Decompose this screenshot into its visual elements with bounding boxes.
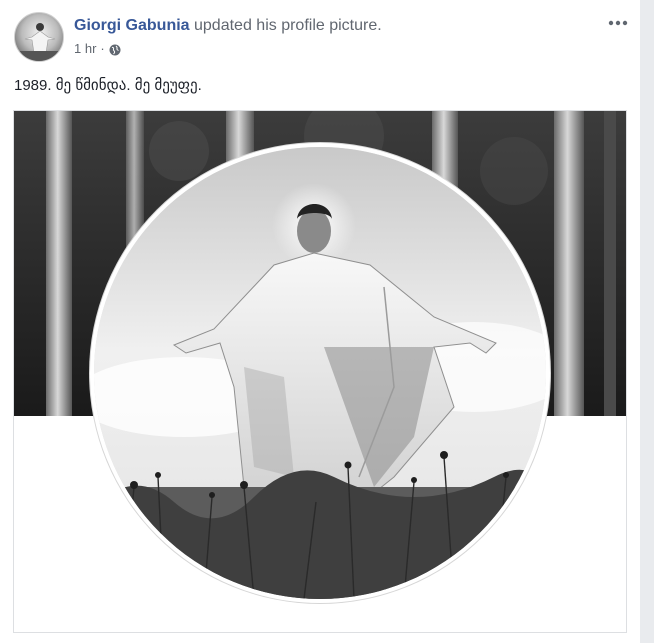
post-action-text: updated his profile picture. — [189, 17, 382, 34]
profile-picture[interactable] — [90, 143, 550, 603]
feed-post: Giorgi Gabunia updated his profile pictu… — [0, 0, 654, 643]
author-name-link[interactable]: Giorgi Gabunia — [74, 17, 190, 34]
post-header: Giorgi Gabunia updated his profile pictu… — [14, 12, 640, 64]
feed-gutter — [640, 0, 654, 643]
post-timestamp[interactable]: 1 hr — [74, 40, 96, 58]
avatar-image — [15, 13, 63, 61]
author-avatar[interactable] — [14, 12, 64, 62]
globe-icon[interactable] — [109, 43, 121, 56]
post-media[interactable] — [13, 110, 627, 633]
post-meta: 1 hr · — [74, 40, 121, 58]
post-caption: 1989. მე წმინდა. მე მეუფე. — [14, 77, 202, 94]
post-headline: Giorgi Gabunia updated his profile pictu… — [74, 15, 382, 37]
more-options-icon[interactable] — [606, 14, 630, 32]
meta-separator: · — [100, 41, 105, 56]
